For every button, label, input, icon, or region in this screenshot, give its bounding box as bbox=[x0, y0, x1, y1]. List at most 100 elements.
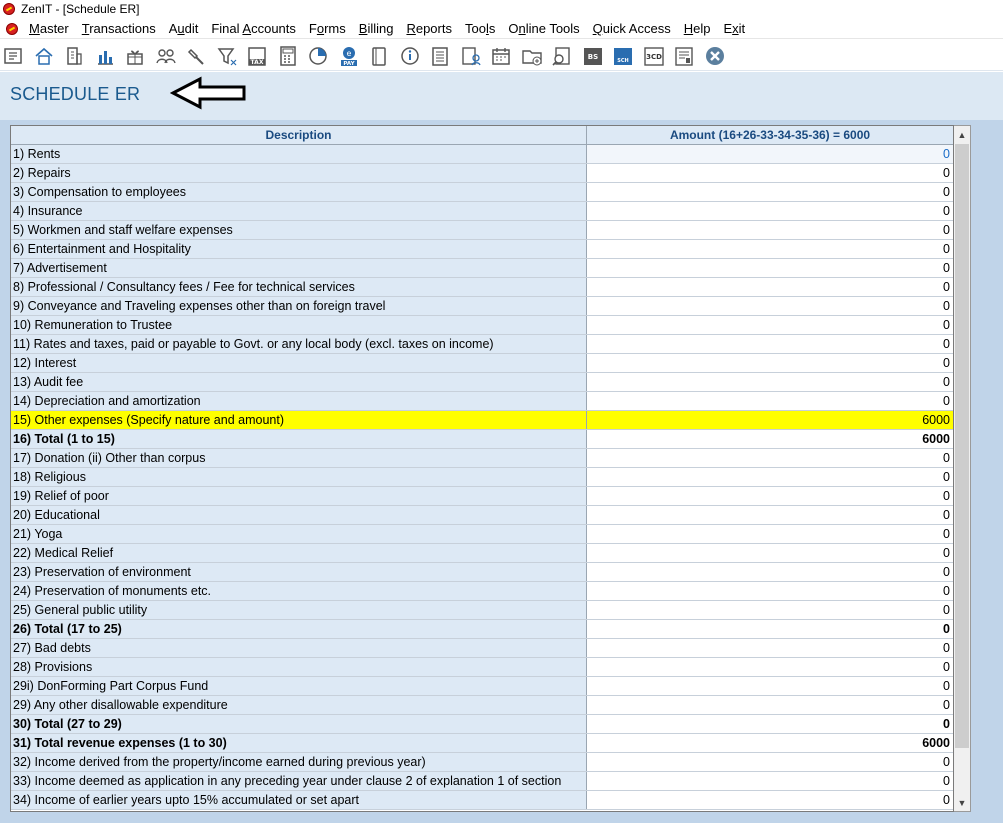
row-amount-cell[interactable]: 0 bbox=[587, 525, 953, 543]
table-row[interactable]: 16) Total (1 to 15) 6000 bbox=[11, 430, 953, 449]
table-row[interactable]: 5) Workmen and staff welfare expenses 0 bbox=[11, 221, 953, 240]
search-doc-button[interactable] bbox=[551, 44, 573, 68]
row-amount-cell[interactable]: 0 bbox=[587, 183, 953, 201]
row-amount-cell[interactable]: 0 bbox=[587, 753, 953, 771]
company-button[interactable] bbox=[63, 44, 85, 68]
menu-item-final-accounts[interactable]: Final Accounts bbox=[206, 21, 304, 36]
row-amount-cell[interactable]: 0 bbox=[587, 582, 953, 600]
table-row[interactable]: 9) Conveyance and Traveling expenses oth… bbox=[11, 297, 953, 316]
menu-item-quick-access[interactable]: Quick Access bbox=[588, 21, 679, 36]
row-amount-cell[interactable]: 0 bbox=[587, 772, 953, 790]
bs-sch-button[interactable]: SCH bbox=[612, 44, 634, 68]
schedule-er-grid[interactable]: Description Amount (16+26-33-34-35-36) =… bbox=[10, 125, 954, 812]
table-row[interactable]: 15) Other expenses (Specify nature and a… bbox=[11, 411, 953, 430]
column-header-amount[interactable]: Amount (16+26-33-34-35-36) = 6000 bbox=[587, 126, 953, 144]
menu-item-billing[interactable]: Billing bbox=[354, 21, 402, 36]
form-button[interactable] bbox=[673, 44, 695, 68]
table-row[interactable]: 32) Income derived from the property/inc… bbox=[11, 753, 953, 772]
row-amount-cell[interactable]: 0 bbox=[587, 544, 953, 562]
menu-app-icon[interactable] bbox=[6, 22, 18, 35]
table-row[interactable]: 30) Total (27 to 29) 0 bbox=[11, 715, 953, 734]
row-amount-cell[interactable]: 0 bbox=[587, 297, 953, 315]
table-row[interactable]: 14) Depreciation and amortization 0 bbox=[11, 392, 953, 411]
table-row[interactable]: 26) Total (17 to 25) 0 bbox=[11, 620, 953, 639]
table-row[interactable]: 13) Audit fee 0 bbox=[11, 373, 953, 392]
users-button[interactable] bbox=[155, 44, 177, 68]
menu-item-master[interactable]: Master bbox=[24, 21, 77, 36]
row-amount-cell[interactable]: 0 bbox=[587, 354, 953, 372]
table-row[interactable]: 27) Bad debts 0 bbox=[11, 639, 953, 658]
calculator-button[interactable] bbox=[277, 44, 299, 68]
chart-button[interactable] bbox=[94, 44, 116, 68]
table-row[interactable]: 12) Interest 0 bbox=[11, 354, 953, 373]
table-row[interactable]: 25) General public utility 0 bbox=[11, 601, 953, 620]
table-row[interactable]: 31) Total revenue expenses (1 to 30) 6000 bbox=[11, 734, 953, 753]
table-row[interactable]: 4) Insurance 0 bbox=[11, 202, 953, 221]
vertical-scrollbar[interactable]: ▲ ▼ bbox=[954, 125, 971, 812]
gift-button[interactable] bbox=[124, 44, 146, 68]
table-row[interactable]: 21) Yoga 0 bbox=[11, 525, 953, 544]
row-amount-cell[interactable]: 0 bbox=[587, 563, 953, 581]
table-row[interactable]: 10) Remuneration to Trustee 0 bbox=[11, 316, 953, 335]
3cd-button[interactable]: 3CD bbox=[643, 44, 665, 68]
scroll-down-button[interactable]: ▼ bbox=[954, 794, 970, 811]
row-amount-cell[interactable]: 6000 bbox=[587, 411, 953, 429]
row-amount-cell[interactable]: 0 bbox=[587, 240, 953, 258]
row-amount-cell[interactable]: 0 bbox=[587, 278, 953, 296]
menu-item-reports[interactable]: Reports bbox=[401, 21, 460, 36]
folder-add-button[interactable] bbox=[521, 44, 543, 68]
table-row[interactable]: 22) Medical Relief 0 bbox=[11, 544, 953, 563]
bs-button[interactable]: BS bbox=[582, 44, 604, 68]
ledger-button[interactable] bbox=[429, 44, 451, 68]
menu-item-tools[interactable]: Tools bbox=[460, 21, 503, 36]
row-amount-cell[interactable]: 0 bbox=[587, 164, 953, 182]
voucher-button[interactable] bbox=[2, 44, 24, 68]
row-amount-cell[interactable]: 0 bbox=[587, 202, 953, 220]
menu-item-help[interactable]: Help bbox=[679, 21, 719, 36]
row-amount-cell[interactable]: 0 bbox=[587, 145, 953, 163]
hammer-button[interactable] bbox=[185, 44, 207, 68]
table-row[interactable]: 7) Advertisement 0 bbox=[11, 259, 953, 278]
user-report-button[interactable] bbox=[460, 44, 482, 68]
row-amount-cell[interactable]: 0 bbox=[587, 601, 953, 619]
scroll-up-button[interactable]: ▲ bbox=[954, 126, 970, 143]
table-row[interactable]: 17) Donation (ii) Other than corpus 0 bbox=[11, 449, 953, 468]
table-row[interactable]: 28) Provisions 0 bbox=[11, 658, 953, 677]
table-row[interactable]: 19) Relief of poor 0 bbox=[11, 487, 953, 506]
row-amount-cell[interactable]: 0 bbox=[587, 373, 953, 391]
table-row[interactable]: 2) Repairs 0 bbox=[11, 164, 953, 183]
table-row[interactable]: 29i) DonForming Part Corpus Fund 0 bbox=[11, 677, 953, 696]
tax-button[interactable]: TAX bbox=[246, 44, 268, 68]
row-amount-cell[interactable]: 0 bbox=[587, 259, 953, 277]
info-button[interactable] bbox=[399, 44, 421, 68]
table-row[interactable]: 33) Income deemed as application in any … bbox=[11, 772, 953, 791]
row-amount-cell[interactable]: 0 bbox=[587, 791, 953, 809]
menu-item-online-tools[interactable]: Online Tools bbox=[503, 21, 587, 36]
row-amount-cell[interactable]: 0 bbox=[587, 677, 953, 695]
table-row[interactable]: 8) Professional / Consultancy fees / Fee… bbox=[11, 278, 953, 297]
row-amount-cell[interactable]: 0 bbox=[587, 316, 953, 334]
row-amount-cell[interactable]: 0 bbox=[587, 392, 953, 410]
scrollbar-thumb[interactable] bbox=[955, 144, 969, 748]
row-amount-cell[interactable]: 0 bbox=[587, 221, 953, 239]
row-amount-cell[interactable]: 0 bbox=[587, 639, 953, 657]
menu-item-exit[interactable]: Exit bbox=[718, 21, 753, 36]
book-button[interactable] bbox=[368, 44, 390, 68]
table-row[interactable]: 3) Compensation to employees 0 bbox=[11, 183, 953, 202]
table-row[interactable]: 1) Rents 0 bbox=[11, 145, 953, 164]
table-row[interactable]: 24) Preservation of monuments etc. 0 bbox=[11, 582, 953, 601]
row-amount-cell[interactable]: 0 bbox=[587, 506, 953, 524]
menu-item-transactions[interactable]: Transactions bbox=[77, 21, 164, 36]
menu-item-audit[interactable]: Audit bbox=[164, 21, 207, 36]
table-row[interactable]: 11) Rates and taxes, paid or payable to … bbox=[11, 335, 953, 354]
row-amount-cell[interactable]: 0 bbox=[587, 449, 953, 467]
row-amount-cell[interactable]: 0 bbox=[587, 715, 953, 733]
pie-button[interactable] bbox=[307, 44, 329, 68]
row-amount-cell[interactable]: 0 bbox=[587, 696, 953, 714]
row-amount-cell[interactable]: 0 bbox=[587, 335, 953, 353]
row-amount-cell[interactable]: 6000 bbox=[587, 430, 953, 448]
row-amount-cell[interactable]: 0 bbox=[587, 487, 953, 505]
table-row[interactable]: 23) Preservation of environment 0 bbox=[11, 563, 953, 582]
table-row[interactable]: 29) Any other disallowable expenditure 0 bbox=[11, 696, 953, 715]
table-row[interactable]: 20) Educational 0 bbox=[11, 506, 953, 525]
